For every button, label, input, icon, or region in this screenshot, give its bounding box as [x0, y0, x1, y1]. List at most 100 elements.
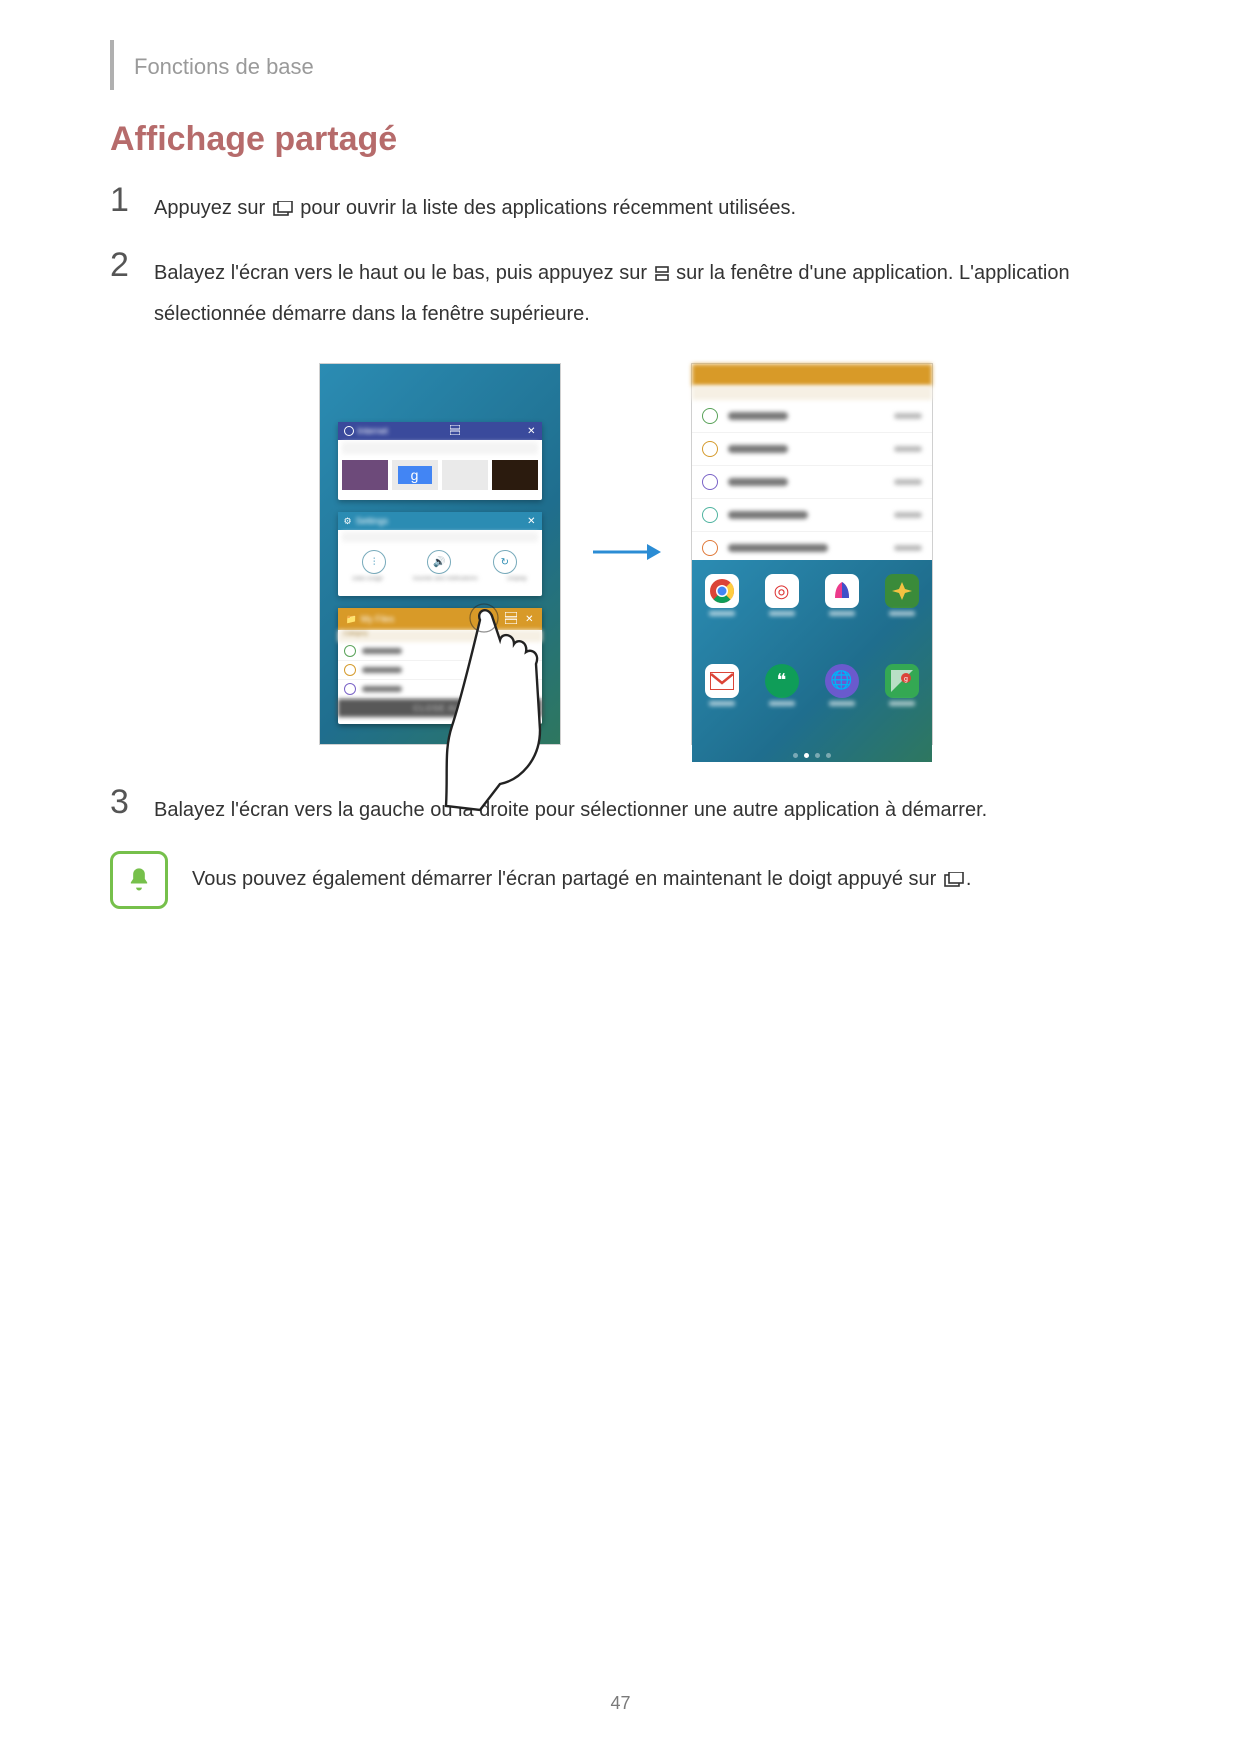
list-item — [338, 680, 542, 699]
hangouts-icon: ❝ — [765, 664, 799, 698]
split-top-pane — [692, 364, 932, 560]
close-all-button: CLOSE ALL — [338, 699, 542, 717]
arrow-icon — [591, 540, 661, 569]
app-row: ❝ 🌐 g — [692, 664, 932, 706]
dot — [793, 753, 798, 758]
tile — [442, 460, 488, 490]
recents-card-settings: ⚙ Settings ✕ ⫶ 🔊 ↻ Data usage Sounds and… — [338, 512, 542, 596]
recent-apps-icon — [944, 863, 964, 901]
list-item — [692, 499, 932, 532]
note: Vous pouvez également démarrer l'écran p… — [110, 851, 1141, 909]
step-number: 3 — [110, 785, 154, 819]
item-value — [894, 446, 922, 452]
quick-access-row — [342, 442, 538, 454]
split-view-icon — [450, 425, 460, 437]
recent-apps-icon — [273, 192, 293, 230]
app-email: ◎ — [765, 574, 799, 616]
step-number: 1 — [110, 183, 154, 217]
app-label — [709, 611, 735, 616]
dot — [826, 753, 831, 758]
label: Data usage — [352, 576, 383, 582]
item-value — [894, 413, 922, 419]
tile — [342, 460, 388, 490]
gear-icon: ⚙ — [344, 516, 352, 527]
email-icon: ◎ — [765, 574, 799, 608]
card-header: 📁 My Files ✕ — [338, 608, 542, 630]
app-label — [769, 701, 795, 706]
sound-icon: 🔊 — [427, 550, 451, 574]
close-icon: ✕ — [527, 516, 535, 527]
list-item — [338, 642, 542, 661]
card-header: ⚙ Settings ✕ — [338, 512, 542, 530]
item-label — [728, 544, 828, 552]
note-text-a: Vous pouvez également démarrer l'écran p… — [192, 868, 942, 890]
app-label — [709, 701, 735, 706]
section-title: Affichage partagé — [110, 120, 1141, 159]
step-text: Balayez l'écran vers le haut ou le bas, … — [154, 248, 1141, 333]
app-gmail — [705, 664, 739, 706]
download-icon — [702, 540, 718, 556]
note-text: Vous pouvez également démarrer l'écran p… — [192, 860, 971, 901]
chrome-icon — [705, 574, 739, 608]
step-1-text-a: Appuyez sur — [154, 197, 271, 219]
folder-icon: 📁 — [346, 614, 357, 625]
page-number: 47 — [0, 1693, 1241, 1714]
gallery-icon — [885, 574, 919, 608]
card-title: Internet — [358, 426, 389, 436]
page-indicator — [692, 753, 932, 758]
step-text: Balayez l'écran vers la gauche ou la dro… — [154, 785, 987, 829]
app-internet: 🌐 — [825, 664, 859, 706]
galaxy-apps-icon — [825, 574, 859, 608]
step-number: 2 — [110, 248, 154, 282]
globe-icon — [344, 426, 354, 436]
split-view-icon — [655, 257, 669, 295]
maps-icon: g — [885, 664, 919, 698]
header-rule — [110, 40, 114, 90]
myfiles-header — [692, 364, 932, 386]
image-icon — [702, 408, 718, 424]
item-label — [362, 686, 402, 692]
app-row: ◎ — [692, 574, 932, 616]
image-icon — [344, 645, 356, 657]
step-text: Appuyez sur pour ouvrir la liste des app… — [154, 183, 796, 230]
item-label — [362, 648, 402, 654]
settings-icons: ⫶ 🔊 ↻ — [338, 544, 542, 576]
step-1: 1 Appuyez sur pour ouvrir la liste des a… — [110, 183, 1141, 230]
audio-icon — [344, 683, 356, 695]
recents-card-internet: Internet ✕ g — [338, 422, 542, 500]
app-hangouts: ❝ — [765, 664, 799, 706]
list-item — [692, 466, 932, 499]
list-item — [692, 433, 932, 466]
svg-text:g: g — [904, 676, 908, 683]
note-text-b: . — [966, 868, 972, 890]
audio-icon — [702, 474, 718, 490]
category-label: Category — [338, 630, 542, 642]
list-item — [692, 400, 932, 433]
card-title: Settings — [356, 516, 389, 526]
step-2: 2 Balayez l'écran vers le haut ou le bas… — [110, 248, 1141, 333]
app-maps: g — [885, 664, 919, 706]
split-view-icon — [505, 612, 517, 626]
settings-labels: Data usage Sounds and notifications Disp… — [338, 576, 542, 582]
category-label — [692, 386, 932, 400]
figure: Internet ✕ g ⚙ Settings ✕ — [110, 363, 1141, 745]
app-gallery — [885, 574, 919, 616]
close-icon: ✕ — [525, 614, 533, 625]
item-value — [894, 512, 922, 518]
note-bell-icon — [110, 851, 168, 909]
card-header: Internet ✕ — [338, 422, 542, 440]
item-label — [728, 412, 788, 420]
item-value — [894, 545, 922, 551]
tile — [492, 460, 538, 490]
quick-row — [342, 532, 538, 542]
step-3: 3 Balayez l'écran vers la gauche ou la d… — [110, 785, 1141, 829]
phone-right: ◎ ❝ 🌐 g — [691, 363, 933, 745]
app-label — [889, 701, 915, 706]
step-1-text-b: pour ouvrir la liste des applications ré… — [300, 197, 796, 219]
split-bottom-pane: ◎ ❝ 🌐 g — [692, 560, 932, 762]
app-label — [889, 611, 915, 616]
app-label — [829, 611, 855, 616]
item-label — [728, 445, 788, 453]
app-label — [829, 701, 855, 706]
item-label — [362, 667, 402, 673]
